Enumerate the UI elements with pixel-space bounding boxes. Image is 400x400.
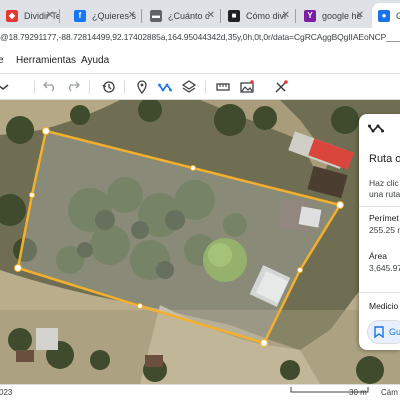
toolbar-separator [205,80,206,94]
menu-item-tools[interactable]: Herramientas [16,55,76,66]
camera-label: Cám [381,388,398,397]
close-icon[interactable]: ✕ [128,10,136,21]
polygon-vertex-handle [42,127,50,135]
panel-hint: Haz clic [369,178,399,188]
tab-favicon-dark: ■ [228,9,240,22]
photo-icon[interactable] [238,78,256,96]
measure-panel: Ruta o Haz clic una ruta Perímet 255.25 … [359,114,400,350]
url-text[interactable]: @18.79291177,-88.72814499,92.17402885a,1… [0,32,400,42]
placemark-icon[interactable] [133,78,151,96]
panel-hint: una ruta [369,189,400,199]
browser-tab[interactable]: ◆ Dividir Te ✕ [0,3,60,28]
perimeter-value: 255.25 m [369,225,400,235]
ruler-icon[interactable] [214,78,232,96]
polygon-midpoint-handle [29,192,35,198]
scale-bar [290,387,369,393]
google-earth-icon: ● [378,9,390,22]
yahoo-icon: Y [304,9,316,22]
polygon-midpoint-handle [190,165,196,171]
tab-title: Cómo divi [246,10,287,21]
measure-tool-icon[interactable] [272,78,290,96]
tab-title: Go [396,10,400,21]
close-icon[interactable]: ✕ [282,10,290,21]
redo-icon[interactable] [64,78,82,96]
satellite-imagery [0,100,400,384]
polygon-midpoint-handle [137,303,143,309]
imagery-year: 023 [0,388,13,397]
browser-tab[interactable]: Y google he ✕ [298,3,370,28]
area-value: 3,645.97 [369,263,400,273]
polygon-vertex-handle [260,339,268,347]
tab-favicon-red: ◆ [6,9,18,22]
menu-item-file-partial[interactable]: e [0,55,4,66]
close-icon[interactable]: ✕ [207,10,215,21]
browser-tab-active[interactable]: ● Go [372,3,400,28]
path-icon [368,124,384,133]
perimeter-label: Perímet [369,213,399,223]
close-icon[interactable]: ✕ [46,10,54,21]
tab-title: ¿Cuánto c [168,10,210,21]
divider [359,206,400,207]
tab-strip: ◆ Dividir Te ✕ f ¿Quieres s ✕ ▬ ¿Cuánto … [0,0,400,28]
menu-item-help[interactable]: Ayuda [81,55,109,66]
bookmark-icon [374,326,384,338]
toolbar-separator [89,80,90,94]
toolbar-separator [34,80,35,94]
panel-title: Ruta o [369,153,400,165]
browser-tab[interactable]: ▬ ¿Cuánto c ✕ [144,3,221,28]
layers-icon[interactable] [180,78,198,96]
address-bar[interactable]: @18.79291177,-88.72814499,92.17402885a,1… [0,28,400,48]
path-icon[interactable] [156,78,174,96]
toolbar-separator [124,80,125,94]
polygon-vertex-handle [14,264,22,272]
facebook-icon: f [74,9,86,22]
tab-title: Dividir Te [24,10,60,21]
save-button-label: Gu [389,327,400,337]
tab-separator [220,9,221,23]
polygon-vertex-handle [336,201,344,209]
toolbar-dropdown[interactable] [0,78,12,96]
toolbar [0,74,400,100]
polygon-midpoint-handle [297,267,303,273]
units-label[interactable]: Medicio [369,301,398,311]
browser-tab[interactable]: ■ Cómo divi ✕ [222,3,296,28]
tab-separator [59,9,60,23]
tab-favicon-gray: ▬ [150,9,162,22]
divider [359,292,400,293]
history-icon[interactable] [100,78,118,96]
map-viewport[interactable] [0,100,400,384]
area-label: Área [369,251,387,261]
menu-bar: e Herramientas Ayuda [0,48,400,74]
tab-separator [295,9,296,23]
browser-tab[interactable]: f ¿Quieres s ✕ [68,3,142,28]
close-icon[interactable]: ✕ [356,10,364,21]
save-button[interactable]: Gu [367,320,400,344]
tab-separator [141,9,142,23]
undo-icon[interactable] [41,78,59,96]
